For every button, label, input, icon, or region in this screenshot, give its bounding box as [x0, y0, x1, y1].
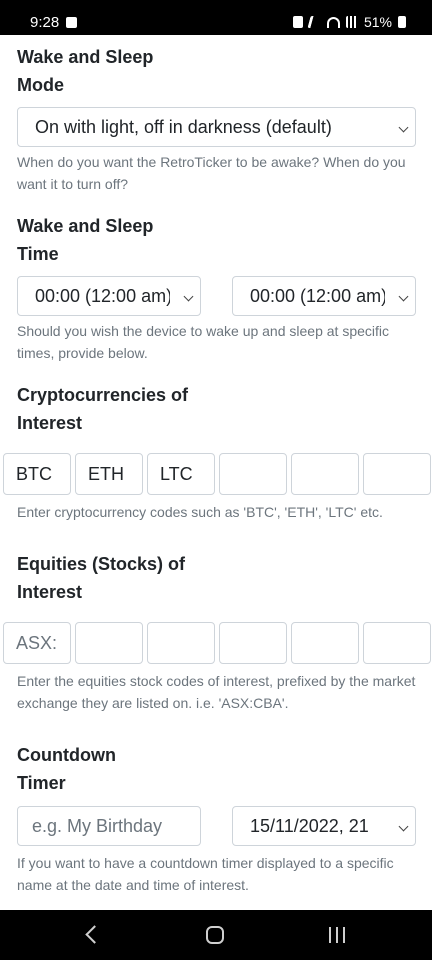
home-icon[interactable] [206, 926, 224, 944]
equity-input-6[interactable] [363, 622, 431, 664]
chevron-down-icon [398, 291, 409, 302]
wake-mode-select[interactable]: On with light, off in darkness (default) [17, 107, 416, 147]
sleep-time-select[interactable]: 00:00 (12:00 am) [232, 276, 416, 316]
back-icon[interactable] [85, 925, 104, 944]
equity-input-4[interactable] [219, 622, 287, 664]
wake-time-help: Should you wish the device to wake up an… [17, 323, 390, 361]
chevron-down-icon [183, 291, 194, 302]
chevron-down-icon [398, 821, 409, 832]
mute-icon [307, 16, 323, 28]
crypto-inputs: BTC ETH LTC [0, 453, 432, 495]
status-bar: 9:28 51% [0, 0, 432, 35]
crypto-help: Enter cryptocurrency codes such as 'BTC'… [17, 504, 383, 520]
crypto-input-5[interactable] [291, 453, 359, 495]
countdown-help: If you want to have a countdown timer di… [17, 855, 394, 893]
equity-input-2[interactable] [75, 622, 143, 664]
image-icon [66, 17, 77, 28]
signal-icon [345, 16, 358, 28]
battery-icon [398, 16, 406, 28]
crypto-input-4[interactable] [219, 453, 287, 495]
status-time: 9:28 [30, 14, 60, 31]
equity-input-1[interactable]: ASX: [3, 622, 71, 664]
navigation-bar [0, 910, 432, 960]
wake-time-title: Wake and Sleep Time [17, 216, 154, 264]
equities-title: Equities (Stocks) of Interest [17, 554, 186, 602]
equity-input-3[interactable] [147, 622, 215, 664]
battery-percent: 51% [363, 14, 392, 30]
chevron-down-icon [398, 122, 409, 133]
crypto-input-2[interactable]: ETH [75, 453, 143, 495]
wake-mode-help: When do you want the RetroTicker to be a… [17, 154, 406, 192]
crypto-input-6[interactable] [363, 453, 431, 495]
wake-time-select[interactable]: 00:00 (12:00 am) [17, 276, 201, 316]
countdown-name-input[interactable]: e.g. My Birthday [17, 806, 201, 846]
crypto-input-3[interactable]: LTC [147, 453, 215, 495]
wifi-icon [326, 16, 340, 28]
equity-input-5[interactable] [291, 622, 359, 664]
recents-icon[interactable] [329, 927, 345, 943]
crypto-input-1[interactable]: BTC [3, 453, 71, 495]
equities-help: Enter the equities stock codes of intere… [17, 673, 416, 711]
countdown-title: Countdown Timer [17, 745, 116, 793]
battery-saver-icon [292, 16, 303, 28]
status-icons: 51% [292, 14, 406, 30]
crypto-title: Cryptocurrencies of Interest [17, 385, 189, 433]
wake-mode-title: Wake and Sleep Mode [17, 47, 154, 95]
countdown-datetime-select[interactable]: 15/11/2022, 21 [232, 806, 416, 846]
equities-inputs: ASX: [0, 622, 432, 664]
